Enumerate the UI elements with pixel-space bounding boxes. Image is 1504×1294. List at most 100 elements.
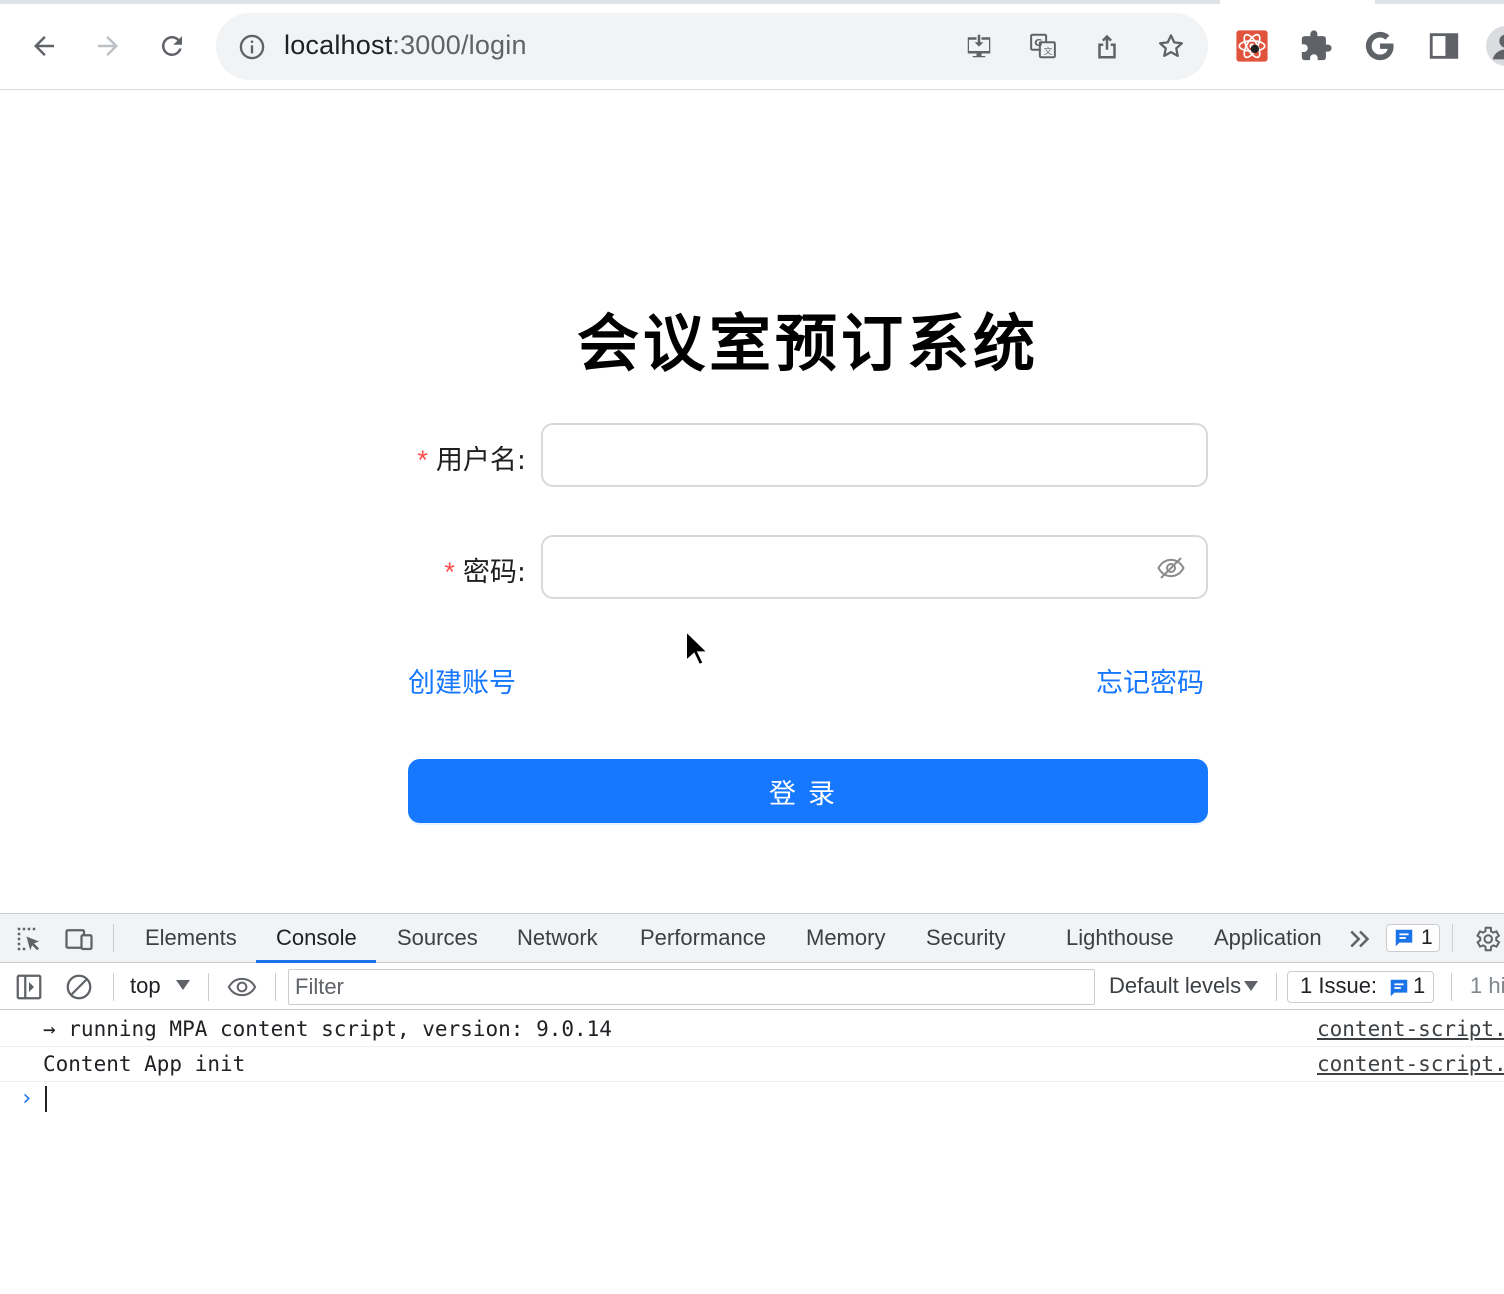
translate-button[interactable]: G文 [1026, 29, 1060, 63]
gear-icon [1476, 926, 1501, 952]
console-log-row: → running MPA content script, version: 9… [0, 1012, 1504, 1047]
live-expression-button[interactable] [224, 971, 260, 1003]
share-icon [1098, 34, 1116, 59]
username-field[interactable] [541, 423, 1208, 487]
reload-icon [161, 35, 182, 56]
show-sidebar-button[interactable] [13, 971, 45, 1003]
site-info-icon[interactable] [238, 33, 266, 61]
separator [208, 973, 209, 1001]
tab-network[interactable]: Network [517, 914, 598, 963]
separator [113, 973, 114, 1001]
forgot-password-link[interactable]: 忘记密码 [1096, 661, 1204, 700]
password-label-text: 密码: [462, 557, 526, 588]
devtools-tab-bar: Elements Console Sources Network Perform… [0, 914, 1504, 963]
url-text[interactable]: localhost:3000/login [284, 30, 527, 61]
install-app-button[interactable] [962, 29, 996, 63]
log-source-link[interactable]: content-script. [1317, 1017, 1504, 1041]
log-message: → running MPA content script, version: 9… [43, 1017, 612, 1041]
required-mark: * [417, 445, 428, 475]
url-path: :3000/login [392, 30, 527, 60]
tab-performance[interactable]: Performance [640, 914, 766, 963]
install-icon [967, 34, 991, 58]
forward-button[interactable] [86, 24, 130, 68]
separator [1276, 973, 1277, 1001]
google-g-icon [1365, 31, 1394, 61]
filter-input[interactable] [295, 974, 1085, 1000]
google-account-button[interactable] [1361, 27, 1399, 65]
password-field[interactable] [541, 535, 1208, 599]
console-input[interactable] [0, 1082, 1504, 1282]
tab-sources[interactable]: Sources [397, 914, 478, 963]
login-button[interactable]: 登录 [408, 759, 1208, 823]
password-input[interactable] [559, 547, 1139, 587]
settings-button[interactable] [1471, 923, 1503, 955]
inspect-element-button[interactable] [13, 923, 45, 955]
tab-application[interactable]: Application [1214, 914, 1322, 963]
triangle-down-icon [1244, 981, 1258, 991]
device-toolbar-button[interactable] [63, 923, 95, 955]
triangle-down-icon [176, 980, 190, 990]
more-tabs-button[interactable] [1344, 923, 1376, 955]
tab-console[interactable]: Console [276, 914, 357, 963]
device-icon [65, 929, 93, 951]
username-label-text: 用户名: [435, 445, 526, 476]
required-mark: * [444, 557, 455, 587]
translate-icon: G文 [1030, 33, 1056, 59]
page-title: 会议室预订系统 [576, 307, 1039, 380]
arrow-right-icon [98, 36, 118, 56]
person-icon [1492, 34, 1504, 60]
browser-toolbar: localhost:3000/login G文 [0, 0, 1504, 90]
issues-count: 1 [1413, 973, 1426, 998]
inspect-icon [17, 927, 39, 951]
tab-strip-right [1375, 0, 1504, 4]
side-panel-button[interactable] [1425, 27, 1463, 65]
issues-badge-count: 1 [1421, 926, 1433, 949]
mouse-cursor-icon [685, 629, 710, 667]
filter-field[interactable] [288, 969, 1095, 1005]
separator [1451, 973, 1452, 1001]
login-page: 会议室预订系统 * 用户名: * 密码: 创建账号 忘记密码 登录 [0, 91, 1504, 913]
context-selector[interactable]: top [130, 973, 161, 999]
create-account-link[interactable]: 创建账号 [408, 661, 516, 700]
hidden-messages-label: 1 hi [1470, 973, 1504, 998]
chevron-double-right-icon [1350, 930, 1370, 948]
svg-text:G: G [1034, 38, 1042, 49]
console-log-row: Content App init content-script. [0, 1047, 1504, 1082]
message-icon [1390, 979, 1408, 997]
active-tab-indicator [256, 960, 376, 963]
react-devtools-extension[interactable] [1233, 27, 1271, 65]
tab-memory[interactable]: Memory [806, 914, 885, 963]
url-host: localhost [284, 30, 393, 60]
log-source-link[interactable]: content-script. [1317, 1052, 1504, 1076]
profile-avatar[interactable] [1486, 26, 1504, 66]
svg-text:文: 文 [1044, 45, 1053, 57]
separator [275, 973, 276, 1001]
password-label: * 密码: [444, 550, 526, 589]
separator [113, 924, 114, 952]
react-devtools-icon [1236, 30, 1268, 62]
extensions-button[interactable] [1297, 27, 1335, 65]
devtools-panel: Elements Console Sources Network Perform… [0, 913, 1504, 1294]
reload-button[interactable] [150, 24, 194, 68]
username-input[interactable] [559, 435, 1139, 475]
block-icon [66, 974, 92, 1000]
arrow-left-icon [34, 36, 54, 56]
issues-badge[interactable]: 1 [1386, 924, 1440, 952]
address-bar[interactable]: localhost:3000/login G文 [216, 13, 1208, 80]
bookmark-button[interactable] [1154, 29, 1188, 63]
back-button[interactable] [22, 24, 66, 68]
star-icon [1159, 34, 1183, 57]
separator [1452, 924, 1453, 952]
tab-elements[interactable]: Elements [145, 914, 237, 963]
tab-security[interactable]: Security [926, 914, 1005, 963]
eye-icon [227, 977, 257, 997]
message-icon [1395, 929, 1413, 947]
eye-invisible-icon[interactable] [1156, 553, 1186, 583]
puzzle-icon [1301, 30, 1332, 61]
log-levels-dropdown[interactable]: Default levels [1109, 973, 1241, 999]
share-button[interactable] [1090, 29, 1124, 63]
issues-label-text: 1 Issue: [1300, 973, 1378, 998]
side-panel-icon [1429, 33, 1459, 59]
tab-lighthouse[interactable]: Lighthouse [1066, 914, 1174, 963]
clear-console-button[interactable] [63, 971, 95, 1003]
